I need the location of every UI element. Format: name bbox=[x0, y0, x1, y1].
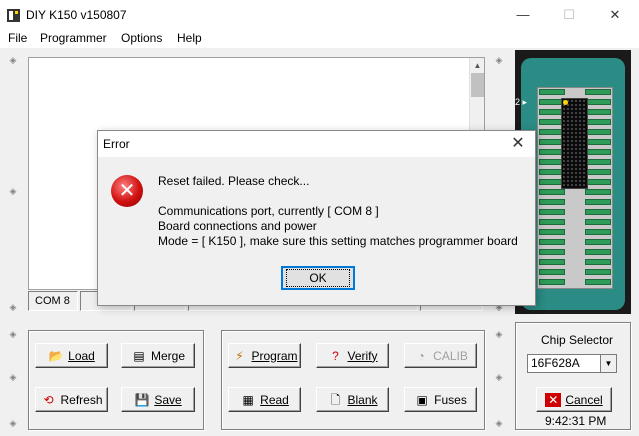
menu-help[interactable]: Help bbox=[177, 31, 202, 45]
menu-bar: File Programmer Options Help bbox=[0, 30, 639, 48]
fuses-icon: ▣ bbox=[416, 392, 428, 407]
calib-button[interactable]: ◔ CALIB bbox=[404, 343, 477, 368]
socket-pin bbox=[585, 249, 611, 255]
socket-pin bbox=[585, 109, 611, 115]
splitter-down-icon[interactable]: ◈ bbox=[8, 418, 18, 428]
chevron-down-icon[interactable]: ▼ bbox=[600, 355, 616, 372]
dialog-close-icon[interactable]: ✕ bbox=[503, 133, 533, 155]
splitter-up-icon[interactable]: ◈ bbox=[494, 55, 504, 65]
program-icon: ⚡ bbox=[235, 348, 244, 363]
blank-button[interactable]: 🗋 Blank bbox=[316, 387, 389, 412]
socket-pin bbox=[585, 269, 611, 275]
socket-pin bbox=[539, 209, 565, 215]
window-title: DIY K150 v150807 bbox=[26, 8, 127, 22]
chip-select[interactable]: 16F628A ▼ bbox=[527, 354, 617, 373]
chip-image bbox=[561, 98, 588, 189]
socket-pin bbox=[585, 99, 611, 105]
cancel-x-icon: ✕ bbox=[545, 392, 562, 407]
ok-button[interactable]: OK bbox=[281, 266, 355, 290]
floppy-icon: 💾 bbox=[134, 392, 150, 407]
socket-pin bbox=[585, 229, 611, 235]
socket-pin bbox=[539, 249, 565, 255]
title-bar: DIY K150 v150807 — ☐ ✕ bbox=[0, 0, 639, 30]
save-button[interactable]: 💾 Save bbox=[121, 387, 195, 412]
socket-pin bbox=[585, 139, 611, 145]
pin1-marker bbox=[563, 100, 568, 105]
splitter-left-icon[interactable]: ◈ bbox=[8, 372, 18, 382]
socket-pin bbox=[539, 269, 565, 275]
splitter-up-icon[interactable]: ◈ bbox=[8, 55, 18, 65]
dialog-message-line: Board connections and power bbox=[158, 219, 317, 233]
chip-selector-label: Chip Selector bbox=[541, 333, 614, 347]
read-button[interactable]: ▦ Read bbox=[228, 387, 301, 412]
folder-open-icon: 📂 bbox=[48, 348, 64, 363]
refresh-icon: ⟲ bbox=[43, 392, 54, 407]
splitter-down-icon[interactable]: ◈ bbox=[494, 418, 504, 428]
socket-pin bbox=[585, 169, 611, 175]
socket-pin bbox=[585, 149, 611, 155]
error-icon: ✕ bbox=[111, 175, 143, 207]
splitter-right-icon[interactable]: ◈ bbox=[494, 372, 504, 382]
cancel-button[interactable]: ✕ Cancel bbox=[536, 387, 612, 412]
merge-button[interactable]: ▤ Merge bbox=[121, 343, 195, 368]
socket-pin bbox=[585, 189, 611, 195]
dialog-message-line: Reset failed. Please check... bbox=[158, 174, 310, 188]
socket-pin bbox=[539, 189, 565, 195]
scroll-up-icon[interactable]: ▲ bbox=[470, 58, 485, 73]
socket-pin bbox=[539, 259, 565, 265]
menu-options[interactable]: Options bbox=[121, 31, 162, 45]
refresh-button[interactable]: ⟲ Refresh bbox=[35, 387, 108, 412]
splitter-down-icon[interactable]: ◈ bbox=[8, 302, 18, 312]
error-dialog: Error ✕ ✕ Reset failed. Please check... … bbox=[97, 130, 536, 306]
socket-pin bbox=[585, 199, 611, 205]
dialog-message-line: Communications port, currently [ COM 8 ] bbox=[158, 204, 379, 218]
socket-pin bbox=[539, 219, 565, 225]
verify-icon: ? bbox=[332, 348, 339, 363]
blank-page-icon: 🗋 bbox=[330, 392, 341, 407]
dialog-title-bar: Error ✕ bbox=[98, 131, 535, 157]
clock-icon: ◔ bbox=[417, 348, 425, 363]
read-icon: ▦ bbox=[242, 392, 254, 407]
fuses-button[interactable]: ▣ Fuses bbox=[404, 387, 477, 412]
chip-select-value: 16F628A bbox=[531, 356, 580, 370]
socket-pin bbox=[585, 279, 611, 285]
scroll-thumb[interactable] bbox=[471, 73, 484, 97]
splitter-left-icon[interactable]: ◈ bbox=[8, 186, 18, 196]
socket-pin bbox=[539, 239, 565, 245]
clock-display: 9:42:31 PM bbox=[545, 414, 607, 428]
splitter-up-icon[interactable]: ◈ bbox=[494, 329, 504, 339]
program-button[interactable]: ⚡ Program bbox=[228, 343, 301, 368]
socket-pin bbox=[585, 159, 611, 165]
menu-file[interactable]: File bbox=[8, 31, 27, 45]
socket-pin bbox=[585, 209, 611, 215]
socket-pin bbox=[585, 129, 611, 135]
maximize-button[interactable]: ☐ bbox=[546, 0, 592, 30]
socket-pin bbox=[585, 259, 611, 265]
load-button[interactable]: 📂 Load bbox=[35, 343, 108, 368]
socket-pin bbox=[585, 89, 611, 95]
menu-programmer[interactable]: Programmer bbox=[40, 31, 107, 45]
socket-pin bbox=[539, 199, 565, 205]
dialog-message-line: Mode = [ K150 ], make sure this setting … bbox=[158, 234, 518, 248]
dialog-title: Error bbox=[103, 137, 130, 151]
com-port-status: COM 8 bbox=[28, 291, 78, 311]
verify-button[interactable]: ? Verify bbox=[316, 343, 389, 368]
minimize-button[interactable]: — bbox=[500, 0, 546, 30]
socket-pin bbox=[539, 279, 565, 285]
socket-pin bbox=[585, 219, 611, 225]
socket-pin bbox=[585, 179, 611, 185]
socket-pin bbox=[585, 239, 611, 245]
splitter-up-icon[interactable]: ◈ bbox=[8, 329, 18, 339]
app-icon bbox=[6, 8, 21, 23]
socket-pin bbox=[585, 119, 611, 125]
close-button[interactable]: ✕ bbox=[592, 0, 638, 30]
socket-pin bbox=[539, 229, 565, 235]
merge-icon: ▤ bbox=[133, 348, 145, 363]
pin-label: 2 ▸ bbox=[515, 97, 528, 107]
socket-pin bbox=[539, 89, 565, 95]
